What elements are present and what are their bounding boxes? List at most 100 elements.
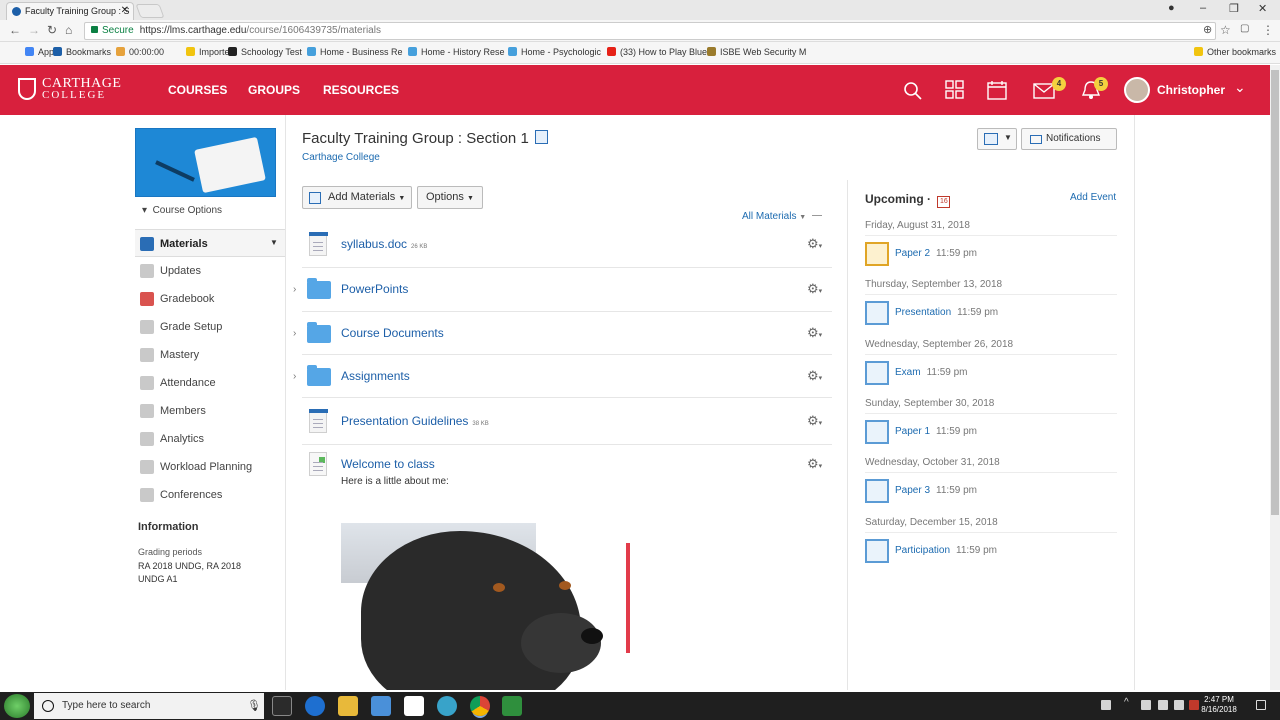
material-name-link[interactable]: Course Documents (341, 326, 444, 340)
upcoming-item-link[interactable]: Presentation 11:59 pm (895, 307, 998, 318)
material-name-link[interactable]: Welcome to class (341, 457, 435, 471)
action-center-icon[interactable] (1256, 700, 1266, 710)
material-row[interactable]: Presentation Guidelines 38 KB ⚙▾ (302, 398, 832, 445)
gear-icon[interactable]: ⚙▾ (807, 281, 822, 297)
tray-chevron-icon[interactable]: ^ (1124, 697, 1134, 708)
store-icon[interactable] (371, 696, 391, 716)
sidebar-item-materials[interactable]: Materials ▼ (135, 229, 285, 257)
start-icon[interactable] (4, 694, 30, 718)
sidebar-item-gradebook[interactable]: Gradebook (135, 285, 285, 313)
reload-icon[interactable]: ↻ (47, 23, 57, 37)
upcoming-item[interactable]: Participation 11:59 pm (865, 537, 1117, 567)
close-tab-icon[interactable]: ✕ (121, 3, 129, 19)
apps-grid-icon[interactable] (944, 80, 966, 100)
material-row[interactable]: › Course Documents ⚙▾ (293, 312, 832, 355)
scrollbar-thumb[interactable] (1271, 70, 1279, 515)
upcoming-item-link[interactable]: Paper 1 11:59 pm (895, 426, 977, 437)
url-field[interactable]: Secure https://lms.carthage.edu/course/16… (84, 22, 1216, 40)
task-view-icon[interactable] (272, 696, 292, 716)
restore-icon[interactable]: ❐ (1229, 2, 1239, 15)
upcoming-item-link[interactable]: Paper 3 11:59 pm (895, 485, 977, 496)
bookmark-item[interactable]: (33) How to Play Blue (607, 47, 707, 57)
course-options-toggle[interactable]: ▾ Course Options (142, 205, 222, 216)
file-explorer-icon[interactable] (338, 696, 358, 716)
new-tab-button[interactable] (135, 4, 165, 18)
mail-app-icon[interactable] (404, 696, 424, 716)
bookmark-item[interactable]: ISBE Web Security M (707, 47, 806, 57)
microphone-icon[interactable]: 🎙 (247, 693, 261, 719)
browser-tab[interactable]: Faculty Training Group : S ✕ (6, 2, 134, 20)
forward-icon[interactable]: → (28, 23, 40, 37)
material-row[interactable]: › PowerPoints ⚙▾ (293, 268, 832, 312)
calendar-icon[interactable] (986, 80, 1008, 100)
nav-resources[interactable]: RESOURCES (323, 83, 399, 97)
sidebar-item-workload-planning[interactable]: Workload Planning (135, 453, 285, 481)
battery-icon[interactable] (1141, 700, 1151, 710)
chrome-icon[interactable] (470, 696, 490, 716)
add-event-link[interactable]: Add Event (1070, 192, 1116, 203)
edge-icon[interactable] (305, 696, 325, 716)
calendar-icon[interactable]: 16 (937, 196, 951, 208)
notifications-button[interactable]: Notifications (1021, 128, 1117, 150)
volume-icon[interactable] (1174, 700, 1184, 710)
upcoming-item[interactable]: Presentation 11:59 pm (865, 299, 1117, 329)
gear-icon[interactable]: ⚙▾ (807, 368, 822, 384)
sidebar-item-mastery[interactable]: Mastery (135, 341, 285, 369)
user-name[interactable]: Christopher (1157, 83, 1225, 97)
college-link[interactable]: Carthage College (302, 152, 380, 163)
add-materials-button[interactable]: Add Materials ▼ (302, 186, 412, 209)
upcoming-item[interactable]: Paper 1 11:59 pm (865, 418, 1117, 448)
material-name-link[interactable]: syllabus.doc 26 KB (341, 237, 427, 251)
bookmark-item[interactable]: Schoology Test (228, 47, 302, 57)
sidebar-item-grade-setup[interactable]: Grade Setup (135, 313, 285, 341)
material-name-link[interactable]: PowerPoints (341, 282, 408, 296)
extension-icon[interactable]: ▢ (1240, 23, 1249, 34)
bookmark-item[interactable]: Home - Psychologic (508, 47, 601, 57)
bookmark-item[interactable]: Bookmarks (53, 47, 111, 57)
upcoming-item[interactable]: Paper 2 11:59 pm (865, 240, 1117, 270)
chevron-down-icon[interactable]: ⌄ (1234, 79, 1246, 96)
home-icon[interactable]: ⌂ (65, 23, 72, 37)
expand-chevron-icon[interactable]: › (293, 371, 296, 382)
other-bookmarks[interactable]: Other bookmarks (1194, 47, 1276, 57)
material-name-link[interactable]: Presentation Guidelines 38 KB (341, 414, 489, 428)
bookmark-star-icon[interactable]: ☆ (1220, 23, 1231, 37)
course-info-icon[interactable] (534, 130, 548, 144)
sidebar-item-analytics[interactable]: Analytics (135, 425, 285, 453)
close-window-icon[interactable]: ✕ (1258, 2, 1267, 15)
options-button[interactable]: Options ▼ (417, 186, 483, 209)
material-row[interactable]: Welcome to class ⚙▾ (302, 445, 832, 495)
network-icon[interactable] (1158, 700, 1168, 710)
sidebar-item-conferences[interactable]: Conferences (135, 481, 285, 509)
taskbar-search[interactable]: Type here to search 🎙 (34, 693, 264, 719)
upcoming-item[interactable]: Exam 11:59 pm (865, 359, 1117, 389)
minimize-icon[interactable]: – (1200, 2, 1206, 14)
camtasia-icon[interactable] (502, 696, 522, 716)
browser-menu-icon[interactable]: ⋮ (1262, 23, 1274, 37)
gear-icon[interactable]: ⚙▾ (807, 456, 822, 472)
bookmark-item[interactable]: Home - History Rese (408, 47, 505, 57)
view-toggle-button[interactable]: ▼ (977, 128, 1017, 150)
sidebar-item-updates[interactable]: Updates (135, 257, 285, 285)
upcoming-item-link[interactable]: Paper 2 11:59 pm (895, 248, 977, 259)
app-icon[interactable] (437, 696, 457, 716)
upcoming-item[interactable]: Paper 3 11:59 pm (865, 477, 1117, 507)
sidebar-item-members[interactable]: Members (135, 397, 285, 425)
material-row[interactable]: › Assignments ⚙▾ (293, 355, 832, 398)
gear-icon[interactable]: ⚙▾ (807, 325, 822, 341)
nav-courses[interactable]: COURSES (168, 83, 227, 97)
upcoming-item-link[interactable]: Exam 11:59 pm (895, 367, 968, 378)
people-icon[interactable] (1101, 700, 1111, 710)
back-icon[interactable]: ← (9, 23, 21, 37)
all-materials-filter[interactable]: All Materials ▼ (742, 211, 823, 222)
nav-groups[interactable]: GROUPS (248, 83, 300, 97)
gear-icon[interactable]: ⚙▾ (807, 236, 822, 252)
material-row[interactable]: syllabus.doc 26 KB ⚙▾ (302, 222, 832, 268)
upcoming-item-link[interactable]: Participation 11:59 pm (895, 545, 997, 556)
avatar[interactable] (1124, 77, 1150, 103)
profile-icon[interactable]: ● (1168, 2, 1175, 14)
material-name-link[interactable]: Assignments (341, 369, 410, 383)
bookmark-item[interactable]: 00:00:00 (116, 47, 164, 57)
zoom-icon[interactable]: ⊕ (1203, 23, 1212, 36)
expand-chevron-icon[interactable]: › (293, 328, 296, 339)
